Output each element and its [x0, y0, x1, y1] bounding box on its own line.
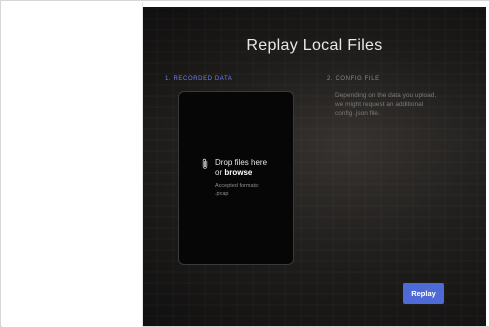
drop-instructions: Drop files here or browse	[215, 158, 267, 178]
browse-link[interactable]: browse	[224, 168, 252, 177]
file-dropzone[interactable]: Drop files here or browse Accepted forma…	[178, 91, 294, 265]
app-frame: Replay Local Files 1. RECORDED DATA 2. C…	[0, 0, 490, 327]
or-text: or	[215, 168, 225, 177]
config-file-description: Depending on the data you upload, we mig…	[335, 92, 437, 117]
replay-local-files-modal: Replay Local Files 1. RECORDED DATA 2. C…	[143, 7, 486, 326]
accepted-formats-value: .pcap	[215, 191, 229, 197]
blank-side-panel	[2, 2, 143, 327]
drop-files-text: Drop files here	[215, 158, 268, 167]
step-config-file-label: 2. CONFIG FILE	[327, 76, 380, 82]
accepted-formats: Accepted formats: .pcap	[215, 182, 259, 198]
or-browse-line: or browse	[215, 168, 267, 178]
step-recorded-data-label: 1. RECORDED DATA	[165, 76, 233, 82]
modal-title: Replay Local Files	[246, 37, 383, 54]
replay-button[interactable]: Replay	[403, 283, 444, 304]
paperclip-icon	[202, 158, 208, 169]
accepted-formats-label: Accepted formats:	[215, 183, 260, 189]
